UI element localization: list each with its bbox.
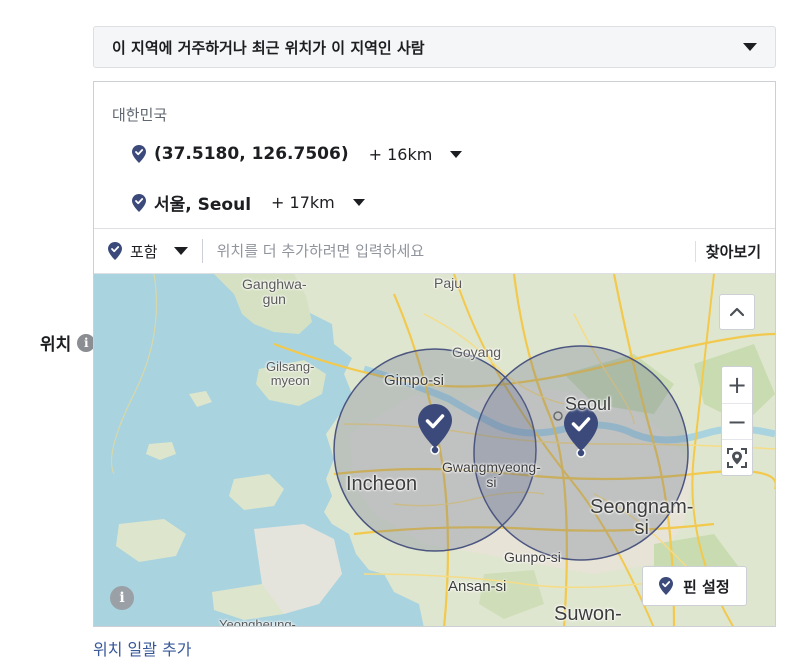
country-heading: 대한민국 <box>112 106 168 124</box>
chevron-up-icon <box>730 307 744 317</box>
map-zoom-controls: + − <box>721 366 753 476</box>
location-name: 서울, Seoul <box>154 195 252 215</box>
chevron-down-icon <box>743 43 757 51</box>
map-label-suwon: Suwon- <box>554 603 622 625</box>
location-radius[interactable]: + 16km <box>369 145 433 164</box>
location-item: (37.5180, 126.7506) + 16km <box>132 144 463 164</box>
audience-type-dropdown[interactable]: 이 지역에 거주하거나 최근 위치가 이 지역인 사람 <box>93 26 776 68</box>
map-label-gimpo: Gimpo-si <box>384 372 445 389</box>
map-label-seoul: Seoul <box>565 394 612 414</box>
drop-pin-button[interactable]: 핀 설정 <box>642 566 747 606</box>
bulk-add-locations-link[interactable]: 위치 일괄 추가 <box>93 636 192 660</box>
map-label-yeongheung: Yeongheung- <box>219 617 296 627</box>
map-label-gunpo: Gunpo-si <box>504 549 561 565</box>
map-info-icon[interactable]: i <box>110 586 134 610</box>
divider <box>201 239 203 263</box>
zoom-out-button[interactable]: − <box>722 403 752 439</box>
include-label: 포함 <box>130 242 158 261</box>
locate-icon <box>727 447 747 468</box>
map-pin-icon[interactable] <box>418 404 452 448</box>
radius-dropdown-icon[interactable] <box>352 199 365 206</box>
location-name: (37.5180, 126.7506) <box>154 144 349 164</box>
chevron-down-icon <box>173 247 188 255</box>
map-label-goyang: Goyang <box>452 344 502 360</box>
browse-button[interactable]: 찾아보기 <box>694 240 761 262</box>
map-label-ansan: Ansan-si <box>448 578 507 595</box>
map-label-seongnam: Seongnam- si <box>590 496 694 539</box>
location-item: 서울, Seoul + 17km <box>132 190 365 215</box>
location-pin-icon <box>108 242 122 260</box>
map-label-paju: Paju <box>434 275 463 291</box>
location-pin-icon <box>132 145 146 163</box>
location-panel: 대한민국 (37.5180, 126.7506) + 16km 서울, Seou… <box>93 81 776 627</box>
map-label-ganghwa: Ganghwa- gun <box>242 276 307 307</box>
recenter-button[interactable] <box>722 439 752 475</box>
map-label-gwangmyeong: Gwangmyeong- si <box>442 459 541 490</box>
location-search-input[interactable] <box>216 242 695 260</box>
drop-pin-label: 핀 설정 <box>683 577 730 596</box>
radius-dropdown-icon[interactable] <box>450 150 463 158</box>
audience-type-value: 이 지역에 거주하거나 최근 위치가 이 지역인 사람 <box>112 38 425 57</box>
map-label-gilsang: Gilsang- myeon <box>266 359 315 388</box>
include-exclude-dropdown[interactable]: 포함 <box>108 241 188 262</box>
collapse-map-button[interactable] <box>719 294 755 330</box>
location-field-label-group: 위치 i <box>40 330 96 355</box>
map[interactable]: Ganghwa- gun Paju Goyang Gilsang- myeon … <box>94 274 775 627</box>
location-field-label: 위치 <box>40 335 72 355</box>
zoom-in-button[interactable]: + <box>722 367 752 403</box>
location-pin-icon <box>659 577 673 595</box>
location-radius[interactable]: + 17km <box>271 193 335 212</box>
location-pin-icon <box>132 193 146 212</box>
map-label-incheon: Incheon <box>346 473 418 495</box>
location-search-row: 포함 찾아보기 <box>94 228 775 274</box>
